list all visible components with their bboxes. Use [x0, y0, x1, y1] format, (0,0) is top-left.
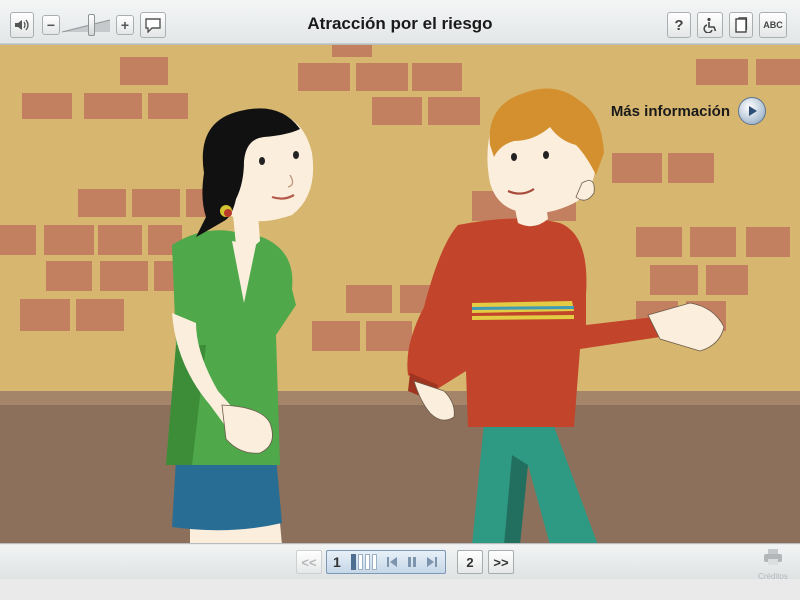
next-page-button[interactable]: >>: [488, 550, 514, 574]
floor-edge: [0, 391, 800, 407]
page-progress: [351, 554, 377, 570]
page-two-button[interactable]: 2: [457, 550, 483, 574]
credits-button[interactable]: Créditos: [756, 548, 790, 581]
glossary-icon[interactable]: [729, 12, 753, 38]
previous-page-button[interactable]: <<: [296, 550, 322, 574]
bottom-navigation-bar: << 1 2 >> Créditos: [0, 545, 800, 581]
top-toolbar: − + Atracción por el riesgo ? ABC: [0, 0, 800, 44]
app-window: − + Atracción por el riesgo ? ABC Más in…: [0, 0, 800, 600]
progress-segment: [351, 554, 356, 570]
progress-segment: [372, 554, 377, 570]
floor: [0, 405, 800, 543]
rewind-icon[interactable]: [385, 555, 399, 569]
current-page-number: 1: [333, 554, 341, 570]
printer-icon: [763, 549, 783, 570]
pause-icon[interactable]: [405, 555, 419, 569]
accessibility-icon[interactable]: [697, 12, 723, 38]
play-icon[interactable]: [738, 97, 766, 125]
illustration-scene: Más información: [0, 44, 800, 544]
page-control: 1: [326, 550, 446, 574]
more-info-link[interactable]: Más información: [611, 97, 766, 125]
bottom-margin: [0, 579, 800, 600]
progress-segment: [358, 554, 363, 570]
skip-forward-icon[interactable]: [425, 555, 439, 569]
spelling-icon[interactable]: ABC: [759, 12, 787, 38]
help-icon[interactable]: ?: [667, 12, 691, 38]
more-info-label: Más información: [610, 102, 730, 120]
progress-segment: [365, 554, 370, 570]
